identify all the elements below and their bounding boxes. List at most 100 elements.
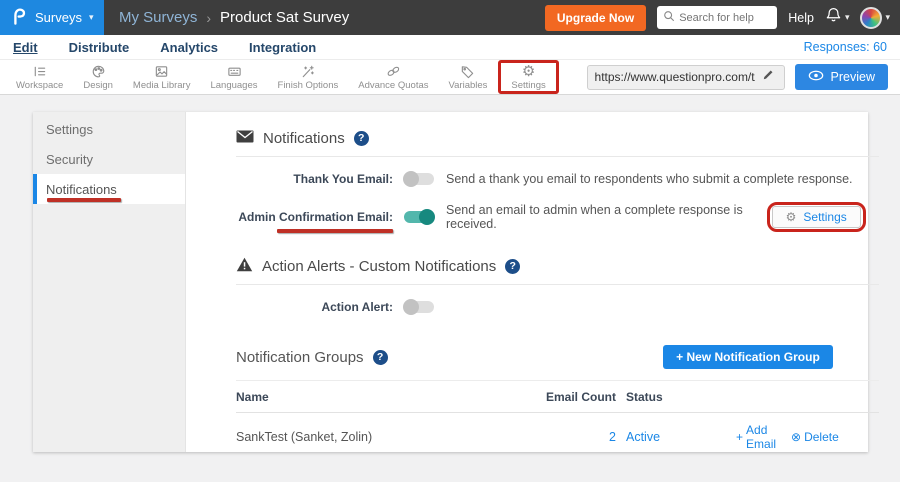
sidebar-item-security[interactable]: Security (33, 144, 185, 174)
table-row: SankTest (Sanket, Zolin) 2 Active + Add … (236, 413, 879, 461)
keyboard-icon (226, 63, 243, 79)
action-alert-row: Action Alert: (236, 296, 879, 318)
eye-icon (808, 70, 824, 84)
notification-groups-table: Name Email Count Status SankTest (Sanket… (236, 380, 879, 461)
notification-groups-title: Notification Groups (236, 349, 364, 366)
top-bar: Surveys ▾ My Surveys › Product Sat Surve… (0, 0, 900, 35)
thank-you-email-description: Send a thank you email to respondents wh… (446, 172, 853, 186)
toolbar-item-workspace[interactable]: Workspace (6, 63, 73, 91)
notifications-content: Notifications ? Thank You Email: Send a … (186, 112, 893, 452)
breadcrumb-my-surveys[interactable]: My Surveys (119, 9, 197, 26)
section-divider (236, 284, 879, 285)
toolbar-item-languages[interactable]: Languages (200, 63, 267, 91)
toolbar-right: Preview (587, 64, 894, 90)
action-alert-toggle[interactable] (404, 301, 434, 313)
new-notification-group-button[interactable]: + New Notification Group (663, 345, 833, 369)
settings-sidebar: Settings Security Notifications (33, 112, 186, 452)
settings-card: Settings Security Notifications Notifica… (33, 112, 868, 452)
image-icon (153, 63, 170, 79)
column-header-name: Name (236, 390, 526, 404)
chevron-down-icon: ▾ (89, 13, 94, 22)
survey-url-input[interactable] (595, 70, 755, 84)
settings-button-annotation-box: ⚙ Settings (767, 202, 866, 232)
notifications-section-header: Notifications ? (236, 125, 879, 151)
column-header-email-count: Email Count (526, 390, 616, 404)
search-input[interactable] (679, 12, 771, 24)
admin-email-settings-area: ⚙ Settings (767, 202, 866, 232)
help-search-box[interactable] (657, 6, 777, 29)
tab-distribute[interactable]: Distribute (69, 40, 130, 55)
column-header-status: Status (616, 390, 736, 404)
group-name-cell: SankTest (Sanket, Zolin) (236, 430, 526, 444)
section-divider (236, 156, 879, 157)
admin-email-annotation-underline (277, 229, 393, 233)
toolbar-item-settings[interactable]: ⚙ Settings (501, 63, 555, 91)
chevron-down-icon: ▾ (845, 13, 850, 22)
delete-link[interactable]: ⊗ Delete (791, 423, 839, 451)
upgrade-now-button[interactable]: Upgrade Now (545, 5, 646, 31)
survey-url-box[interactable] (587, 65, 785, 90)
toolbar-item-advance-quotas[interactable]: Advance Quotas (348, 63, 438, 91)
action-alerts-section-header: Action Alerts - Custom Notifications ? (236, 253, 879, 279)
toolbar-item-variables[interactable]: Variables (439, 63, 498, 91)
account-menu-button[interactable]: ▾ (860, 7, 890, 29)
status-cell: Active (616, 430, 736, 444)
bell-icon (825, 6, 842, 29)
survey-nav-tabs: Edit Distribute Analytics Integration Re… (0, 35, 900, 59)
tab-edit[interactable]: Edit (13, 40, 38, 55)
envelope-icon (236, 130, 254, 147)
toolbar-item-design[interactable]: Design (73, 63, 123, 91)
toolbar-item-media-library[interactable]: Media Library (123, 63, 201, 91)
add-email-link[interactable]: + Add Email (736, 423, 776, 451)
topbar-actions: Upgrade Now Help ▾ ▾ (545, 5, 900, 31)
breadcrumb: My Surveys › Product Sat Survey (119, 9, 349, 26)
help-icon[interactable]: ? (373, 350, 388, 365)
email-count-cell: 2 (526, 430, 616, 444)
surveys-menu-label: Surveys (35, 10, 82, 25)
help-icon[interactable]: ? (505, 259, 520, 274)
tag-icon (459, 63, 476, 79)
notifications-section-title: Notifications (263, 130, 345, 147)
help-icon[interactable]: ? (354, 131, 369, 146)
workspace-icon (31, 63, 48, 79)
edit-toolbar: Workspace Design Media Library Languages… (0, 59, 900, 95)
tab-analytics[interactable]: Analytics (160, 40, 218, 55)
thank-you-email-toggle[interactable] (404, 173, 434, 185)
sidebar-item-notifications[interactable]: Notifications (33, 174, 185, 204)
notifications-bell-button[interactable]: ▾ (825, 6, 850, 29)
help-link[interactable]: Help (788, 11, 814, 25)
action-alert-label: Action Alert: (236, 300, 393, 314)
action-alerts-section-title: Action Alerts - Custom Notifications (262, 258, 496, 275)
questionpro-logo-icon (10, 5, 28, 31)
delete-circle-icon: ⊗ (791, 430, 801, 444)
thank-you-email-label: Thank You Email: (236, 172, 393, 186)
toolbar-item-finish-options[interactable]: Finish Options (268, 63, 349, 91)
admin-confirmation-email-toggle[interactable] (404, 211, 434, 223)
search-icon (663, 9, 675, 27)
gear-icon: ⚙ (522, 63, 535, 79)
tab-integration[interactable]: Integration (249, 40, 316, 55)
warning-triangle-icon (236, 257, 253, 276)
gear-icon: ⚙ (786, 211, 797, 223)
preview-button[interactable]: Preview (795, 64, 888, 90)
admin-confirmation-email-description: Send an email to admin when a complete r… (446, 203, 767, 231)
notification-groups-header: Notification Groups ? + New Notification… (236, 344, 879, 370)
responses-count[interactable]: Responses: 60 (804, 40, 887, 54)
table-header-row: Name Email Count Status (236, 381, 879, 413)
status-link[interactable]: Active (626, 430, 660, 444)
breadcrumb-survey-title: Product Sat Survey (220, 9, 349, 26)
plus-icon: + (736, 430, 743, 444)
sidebar-item-settings[interactable]: Settings (33, 114, 185, 144)
thank-you-email-row: Thank You Email: Send a thank you email … (236, 168, 879, 190)
chevron-down-icon: ▾ (885, 13, 890, 22)
email-count-link[interactable]: 2 (609, 430, 616, 444)
edit-pencil-icon (762, 68, 774, 86)
settings-annotation-box: ⚙ Settings (498, 60, 558, 94)
chain-links-icon (385, 63, 402, 79)
breadcrumb-separator-icon: › (206, 10, 211, 26)
product-switcher[interactable]: Surveys ▾ (0, 0, 104, 35)
notifications-annotation-underline (47, 198, 121, 202)
row-actions: + Add Email ⊗ Delete (736, 423, 879, 451)
admin-email-settings-button[interactable]: ⚙ Settings (772, 206, 861, 228)
magic-wand-icon (299, 63, 316, 79)
